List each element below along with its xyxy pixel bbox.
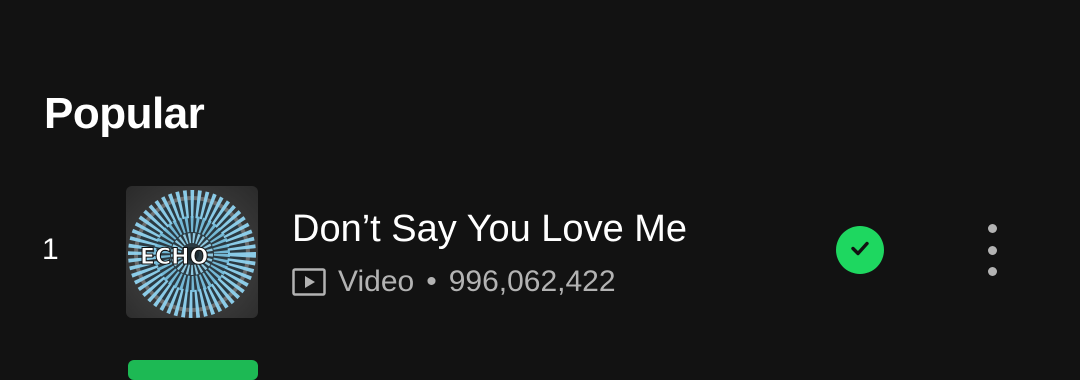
play-count: 996,062,422 xyxy=(448,265,616,298)
album-cover: ECHO xyxy=(126,186,258,318)
cover-logo-text: ECHO xyxy=(140,245,208,270)
check-circle-icon xyxy=(847,235,873,266)
section-title: Popular xyxy=(44,89,205,138)
meta-separator: • xyxy=(426,265,437,298)
more-vertical-icon-dot-top xyxy=(987,224,997,233)
saved-button[interactable] xyxy=(836,226,884,274)
track-row[interactable]: 1 ECHO Don’t Say You Love Me Video • 996… xyxy=(0,180,1080,322)
next-track-cover-peek xyxy=(128,360,258,380)
more-vertical-icon-dot-bottom xyxy=(987,267,997,276)
more-options-button[interactable] xyxy=(972,220,1012,280)
track-meta: Video • 996,062,422 xyxy=(292,262,616,302)
track-index: 1 xyxy=(42,233,59,266)
more-vertical-icon-dot-middle xyxy=(987,245,997,255)
video-icon xyxy=(292,267,326,297)
track-type-label: Video xyxy=(338,265,415,298)
track-title[interactable]: Don’t Say You Love Me xyxy=(292,205,687,253)
